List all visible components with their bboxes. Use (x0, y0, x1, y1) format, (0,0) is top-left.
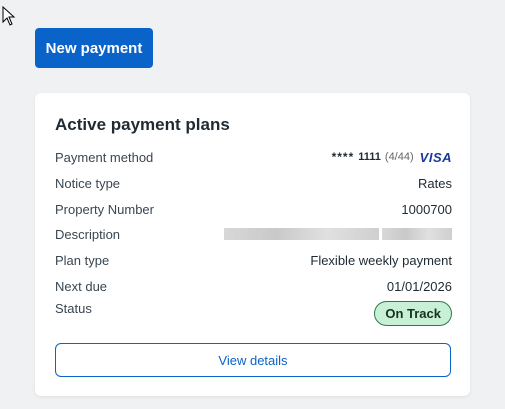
card-last-four: 1111 (358, 151, 381, 163)
next-due-label: Next due (55, 278, 108, 294)
mouse-cursor-icon (2, 6, 16, 26)
payment-method-label: Payment method (55, 149, 154, 165)
status-badge: On Track (374, 301, 452, 326)
row-plan-type: Plan type Flexible weekly payment (55, 250, 452, 270)
active-payment-plans-card: Active payment plans Payment method ****… (35, 93, 470, 396)
card-title: Active payment plans (55, 115, 230, 134)
row-notice-type: Notice type Rates (55, 173, 452, 193)
row-property-number: Property Number 1000700 (55, 199, 452, 219)
description-value-redacted (224, 228, 452, 240)
next-due-value: 01/01/2026 (386, 278, 452, 294)
plan-type-value: Flexible weekly payment (310, 252, 452, 268)
payment-method-value: **** 1111 (4/44) VISA (332, 150, 452, 165)
row-status: Status On Track (55, 301, 452, 326)
notice-type-label: Notice type (55, 175, 121, 191)
notice-type-value: Rates (418, 175, 452, 191)
description-label: Description (55, 226, 121, 242)
row-payment-method: Payment method **** 1111 (4/44) VISA (55, 147, 452, 167)
property-number-label: Property Number (55, 201, 154, 217)
new-payment-button[interactable]: New payment (35, 28, 153, 68)
shield-icon (240, 0, 264, 10)
payment-count: (4/44) (384, 151, 414, 163)
property-number-value: 1000700 (401, 201, 452, 217)
visa-logo-icon: VISA (419, 149, 452, 165)
row-description: Description (55, 224, 452, 244)
masked-card-number: **** (331, 150, 355, 164)
row-next-due: Next due 01/01/2026 (55, 276, 452, 296)
view-details-button[interactable]: View details (55, 343, 451, 377)
plan-type-label: Plan type (55, 252, 110, 268)
status-label: Status (55, 301, 92, 316)
